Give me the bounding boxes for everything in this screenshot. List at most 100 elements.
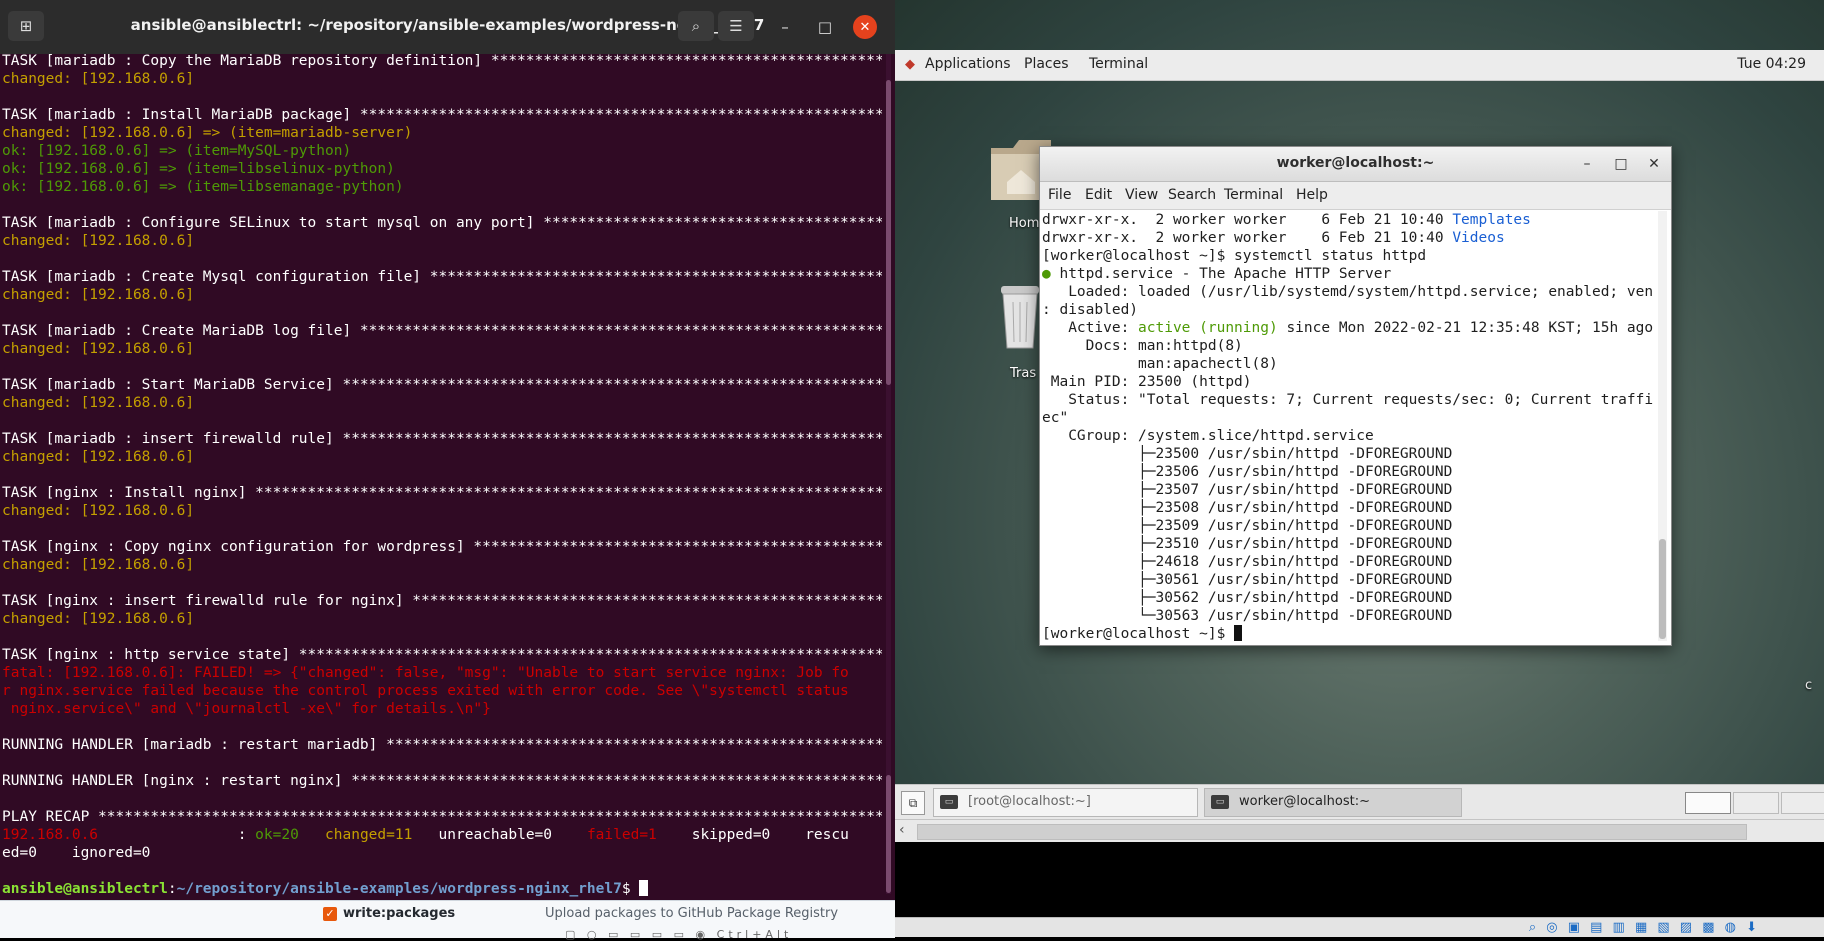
menu-search[interactable]: Search — [1168, 187, 1216, 203]
scope-name: write:packages — [343, 906, 456, 921]
menu-terminal[interactable]: Terminal — [1224, 187, 1283, 203]
worker-terminal-window[interactable]: worker@localhost:~ – □ ✕ File Edit View … — [1039, 146, 1672, 646]
menu-view[interactable]: View — [1125, 187, 1158, 203]
terminal-line: ├─23509 /usr/sbin/httpd -DFOREGROUND — [1042, 517, 1654, 535]
terminal-text: : disabled) — [1042, 302, 1139, 318]
workspace-2[interactable] — [1733, 792, 1779, 814]
vm-device-icons[interactable]: ⌕ ◎ ▣ ▤ ▥ ▦ ▧ ▨ ▩ ◍ ⬇ — [1529, 920, 1760, 935]
ansible-terminal-window[interactable]: ⊞ ansible@ansiblectrl: ~/repository/ansi… — [0, 0, 895, 941]
terminal-text: changed: [192.168.0.6] — [2, 341, 195, 357]
new-tab-icon[interactable]: ⊞ — [8, 11, 44, 41]
terminal-text: TASK [nginx : insert firewalld rule for … — [2, 593, 882, 609]
terminal-text: ├─30561 /usr/sbin/httpd -DFOREGROUND — [1042, 572, 1453, 588]
shell-prompt[interactable]: ansible@ansiblectrl:~/repository/ansible… — [2, 880, 882, 898]
menu-file[interactable]: File — [1048, 187, 1071, 203]
terminal-line: TASK [mariadb : insert firewalld rule] *… — [2, 430, 882, 448]
terminal-line: changed: [192.168.0.6] — [2, 556, 882, 574]
terminal-output[interactable]: TASK [mariadb : Copy the MariaDB reposit… — [2, 52, 882, 898]
home-folder-label[interactable]: Hom — [1009, 216, 1039, 231]
terminal-text: 192.168.0.6 — [2, 827, 99, 843]
terminal-line: TASK [mariadb : Create MariaDB log file]… — [2, 322, 882, 340]
shell-prompt[interactable]: [worker@localhost ~]$ — [1042, 625, 1654, 643]
close-icon[interactable]: ✕ — [1644, 154, 1664, 174]
terminal-text: changed: [192.168.0.6] — [2, 449, 195, 465]
trash-label[interactable]: Tras — [1010, 366, 1036, 381]
scrollbar-thumb[interactable] — [886, 80, 891, 385]
terminal-text: nginx.service\" and \"journalctl -xe\" f… — [2, 701, 491, 717]
prompt-user: ansible@ansiblectrl — [2, 881, 168, 897]
menu-help[interactable]: Help — [1296, 187, 1328, 203]
close-icon[interactable]: ✕ — [853, 15, 877, 39]
taskbar-item-worker[interactable]: ▭ worker@localhost:~ — [1204, 788, 1462, 817]
terminal-line: ├─23500 /usr/sbin/httpd -DFOREGROUND — [1042, 445, 1654, 463]
scope-description: Upload packages to GitHub Package Regist… — [545, 906, 839, 921]
terminal-line: changed: [192.168.0.6] — [2, 394, 882, 412]
scrollbar-thumb[interactable] — [1659, 539, 1666, 639]
text-cursor — [639, 880, 649, 896]
horizontal-scrollbar[interactable]: ‹ — [895, 820, 1824, 842]
vm-statusbar: ⌕ ◎ ▣ ▤ ▥ ▦ ▧ ▨ ▩ ◍ ⬇ — [895, 917, 1824, 937]
terminal-line: changed: [192.168.0.6] — [2, 70, 882, 88]
worker-titlebar[interactable]: worker@localhost:~ – □ ✕ — [1040, 147, 1671, 182]
terminal-line: ├─23508 /usr/sbin/httpd -DFOREGROUND — [1042, 499, 1654, 517]
terminal-line: Loaded: loaded (/usr/lib/systemd/system/… — [1042, 283, 1654, 301]
terminal-line: ok: [192.168.0.6] => (item=libselinux-py… — [2, 160, 882, 178]
terminal-line: RUNNING HANDLER [mariadb : restart maria… — [2, 736, 882, 754]
terminal-line: RUNNING HANDLER [nginx : restart nginx] … — [2, 772, 882, 790]
terminal-line: nginx.service\" and \"journalctl -xe\" f… — [2, 700, 882, 718]
terminal-text: └─30563 /usr/sbin/httpd -DFOREGROUND — [1042, 608, 1453, 624]
scrollbar-track[interactable] — [917, 824, 1747, 840]
show-desktop-icon[interactable]: ⧉ — [901, 791, 925, 815]
terminal-line: PLAY RECAP *****************************… — [2, 808, 882, 826]
maximize-icon[interactable]: □ — [813, 15, 837, 39]
workspace-1[interactable] — [1685, 792, 1731, 814]
menu-edit[interactable]: Edit — [1085, 187, 1112, 203]
terminal-text: TASK [nginx : Install nginx] ***********… — [2, 485, 882, 501]
terminal-text: httpd.service - The Apache HTTP Server — [1050, 266, 1392, 282]
checkbox-icon[interactable]: ✓ — [323, 907, 337, 921]
menu-places[interactable]: Places — [1024, 56, 1069, 72]
prompt-path: ~/repository/ansible-examples/wordpress-… — [176, 881, 622, 897]
terminal-line: TASK [mariadb : Create Mysql configurati… — [2, 268, 882, 286]
maximize-icon[interactable]: □ — [1611, 154, 1631, 174]
terminal-text: man:apachectl(8) — [1042, 356, 1278, 372]
minimize-icon[interactable]: – — [1577, 154, 1597, 174]
terminal-text: Main PID: 23500 (httpd) — [1042, 374, 1252, 390]
vm-background — [895, 842, 1824, 917]
terminal-line: TASK [nginx : Install nginx] ***********… — [2, 484, 882, 502]
terminal-text: changed: [192.168.0.6] — [2, 557, 195, 573]
clock[interactable]: Tue 04:29 — [1737, 56, 1806, 72]
terminal-line: ed=0 ignored=0 — [2, 844, 882, 862]
scrollbar-thumb-lower[interactable] — [886, 775, 891, 893]
terminal-text: CGroup: /system.slice/httpd.service — [1042, 428, 1374, 444]
worker-terminal-output[interactable]: drwxr-xr-x. 2 worker worker 6 Feb 21 10:… — [1042, 211, 1654, 643]
menu-applications[interactable]: Applications — [925, 56, 1011, 72]
terminal-text: TASK [nginx : http service state] ******… — [2, 647, 882, 663]
search-icon[interactable]: ⌕ — [678, 11, 714, 41]
minimize-icon[interactable]: – — [773, 15, 797, 39]
prompt-sep: : — [167, 881, 177, 897]
prompt-text: [worker@localhost ~]$ — [1042, 626, 1235, 642]
hamburger-menu-icon[interactable]: ☰ — [718, 11, 754, 41]
vm-desktop[interactable]: ◆ Applications Places Terminal Tue 04:29… — [895, 0, 1824, 937]
terminal-text: [worker@localhost ~]$ systemctl status h… — [1042, 248, 1427, 264]
terminal-line: changed: [192.168.0.6] — [2, 286, 882, 304]
menu-terminal[interactable]: Terminal — [1089, 56, 1148, 72]
scroll-left-icon[interactable]: ‹ — [899, 822, 905, 838]
terminal-text: changed: [192.168.0.6] — [2, 71, 195, 87]
workspace-3[interactable] — [1781, 792, 1824, 814]
terminal-line: TASK [mariadb : Start MariaDB Service] *… — [2, 376, 882, 394]
worker-menubar: File Edit View Search Terminal Help — [1040, 182, 1671, 210]
taskbar-item-root[interactable]: ▭ [root@localhost:~] — [933, 788, 1198, 817]
terminal-titlebar[interactable]: ⊞ ansible@ansiblectrl: ~/repository/ansi… — [0, 0, 895, 54]
terminal-line: ├─30561 /usr/sbin/httpd -DFOREGROUND — [1042, 571, 1654, 589]
terminal-text: changed: [192.168.0.6] — [2, 611, 195, 627]
trash-icon[interactable] — [997, 282, 1043, 352]
terminal-text: Loaded: loaded (/usr/lib/systemd/system/… — [1068, 284, 1654, 300]
text-cursor — [1234, 625, 1243, 641]
terminal-line: r nginx.service failed because the contr… — [2, 682, 882, 700]
